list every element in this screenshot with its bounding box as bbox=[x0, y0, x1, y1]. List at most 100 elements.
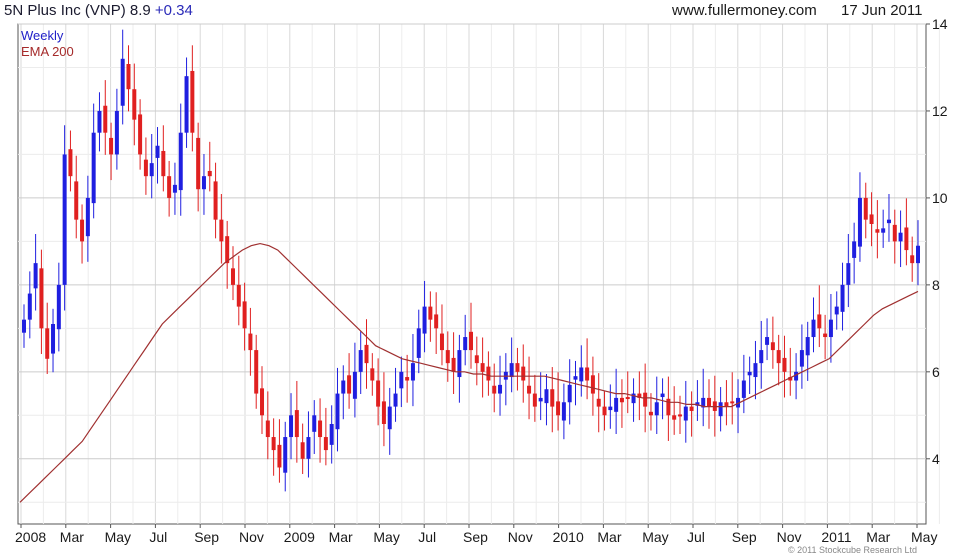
candle-body-down bbox=[677, 414, 682, 417]
candle-body-up bbox=[852, 241, 857, 258]
candle-body-down bbox=[381, 401, 386, 424]
candle-body-down bbox=[230, 268, 235, 285]
candle-body-up bbox=[283, 437, 288, 473]
plot-frame bbox=[17, 23, 927, 525]
candle-body-down bbox=[672, 415, 677, 420]
candle-body-down bbox=[469, 331, 473, 351]
candle-body-up bbox=[747, 371, 752, 376]
candle-body-up bbox=[886, 219, 891, 224]
candle-body-up bbox=[753, 363, 758, 378]
candle-body-down bbox=[869, 214, 874, 224]
candle-body-down bbox=[602, 406, 607, 416]
candle-body-down bbox=[126, 64, 131, 90]
candle-body-up bbox=[27, 293, 32, 320]
candle-body-up bbox=[759, 350, 764, 364]
candle-body-down bbox=[619, 397, 624, 403]
x-tick-label: Mar bbox=[60, 529, 84, 545]
candle-body-up bbox=[579, 367, 584, 382]
candle-body-down bbox=[724, 402, 729, 407]
candle-body-up bbox=[498, 384, 503, 394]
candle-body-down bbox=[254, 350, 259, 394]
x-tick-label: Sep bbox=[463, 529, 488, 545]
candle-body-down bbox=[370, 368, 375, 381]
candle-body-up bbox=[178, 132, 183, 191]
candle-body-down bbox=[823, 333, 828, 338]
candle-body-up bbox=[387, 406, 392, 430]
candle-body-down bbox=[138, 114, 143, 155]
y-tick-label: 6 bbox=[932, 364, 940, 380]
candle-body-down bbox=[109, 137, 114, 155]
x-tick-label: Jul bbox=[687, 529, 705, 545]
x-tick-label: Mar bbox=[329, 529, 353, 545]
candle-body-up bbox=[561, 402, 566, 421]
candle-body-up bbox=[172, 184, 177, 193]
candle-body-down bbox=[219, 219, 224, 242]
candle-body-up bbox=[352, 371, 357, 399]
candle-body-down bbox=[492, 385, 497, 394]
x-tick-label: May bbox=[911, 529, 937, 545]
candle-body-up bbox=[149, 163, 154, 177]
candle-body-up bbox=[660, 393, 665, 398]
candle-body-down bbox=[596, 398, 601, 407]
candle-body-down bbox=[248, 333, 253, 351]
x-tick-label: Mar bbox=[866, 529, 890, 545]
candle-body-up bbox=[306, 437, 311, 459]
candle-body-down bbox=[347, 375, 352, 394]
candle-body-down bbox=[892, 224, 897, 242]
candle-body-down bbox=[590, 375, 595, 394]
legend-weekly: Weekly bbox=[21, 28, 64, 43]
candle-body-down bbox=[265, 420, 270, 438]
x-tick-label: Mar bbox=[597, 529, 621, 545]
candle-body-down bbox=[817, 314, 822, 329]
candle-body-down bbox=[439, 333, 444, 351]
candle-body-down bbox=[486, 366, 491, 381]
candle-body-down bbox=[318, 420, 323, 438]
candle-body-up bbox=[410, 363, 415, 381]
candle-body-up bbox=[335, 393, 340, 430]
candle-body-up bbox=[358, 350, 363, 372]
candle-body-down bbox=[277, 444, 282, 468]
candle-body-up bbox=[201, 176, 206, 190]
candle-body-down bbox=[300, 442, 305, 459]
candle-body-down bbox=[585, 367, 590, 381]
candle-body-down bbox=[875, 229, 880, 233]
candle-body-up bbox=[422, 306, 427, 334]
candle-body-up bbox=[91, 132, 96, 204]
candle-body-up bbox=[97, 110, 102, 133]
candle-body-up bbox=[399, 371, 404, 389]
candle-body-down bbox=[294, 410, 299, 438]
candle-body-up bbox=[509, 363, 514, 378]
candle-body-up bbox=[341, 380, 346, 394]
candle-body-up bbox=[881, 228, 886, 233]
candle-body-up bbox=[567, 384, 572, 403]
x-tick-label: May bbox=[105, 529, 131, 545]
candle-body-down bbox=[550, 389, 555, 407]
price-chart: 4 6 8 10 12 14 2008 Mar May Jul Sep Nov 2009 Mar May Ju… bbox=[15, 16, 948, 545]
x-tick-label: Sep bbox=[194, 529, 219, 545]
candle-body-up bbox=[62, 154, 67, 285]
x-tick-label: 2011 bbox=[821, 529, 851, 545]
x-tick-label: Sep bbox=[732, 529, 757, 545]
candle-body-up bbox=[544, 389, 549, 404]
candle-body-up bbox=[846, 263, 851, 285]
candle-body-down bbox=[323, 437, 328, 451]
candle-body-down bbox=[143, 159, 148, 177]
candle-body-up bbox=[463, 337, 468, 351]
candle-body-down bbox=[45, 328, 50, 359]
y-tick-label: 12 bbox=[932, 103, 948, 119]
candle-body-up bbox=[56, 284, 61, 330]
x-tick-label: May bbox=[373, 529, 399, 545]
x-tick-label: Jul bbox=[149, 529, 167, 545]
candle-body-down bbox=[376, 380, 381, 407]
candle-body-down bbox=[515, 363, 520, 372]
candle-body-up bbox=[22, 319, 26, 333]
x-tick-label: Nov bbox=[239, 529, 264, 545]
x-tick-label: Nov bbox=[508, 529, 533, 545]
x-tick-label: Nov bbox=[777, 529, 802, 545]
candle-body-up bbox=[765, 337, 770, 345]
candle-body-up bbox=[393, 393, 398, 407]
candle-body-up bbox=[538, 397, 543, 402]
candle-body-down bbox=[405, 377, 410, 381]
candle-body-down bbox=[776, 350, 781, 364]
x-tick-label: 2009 bbox=[284, 529, 315, 545]
